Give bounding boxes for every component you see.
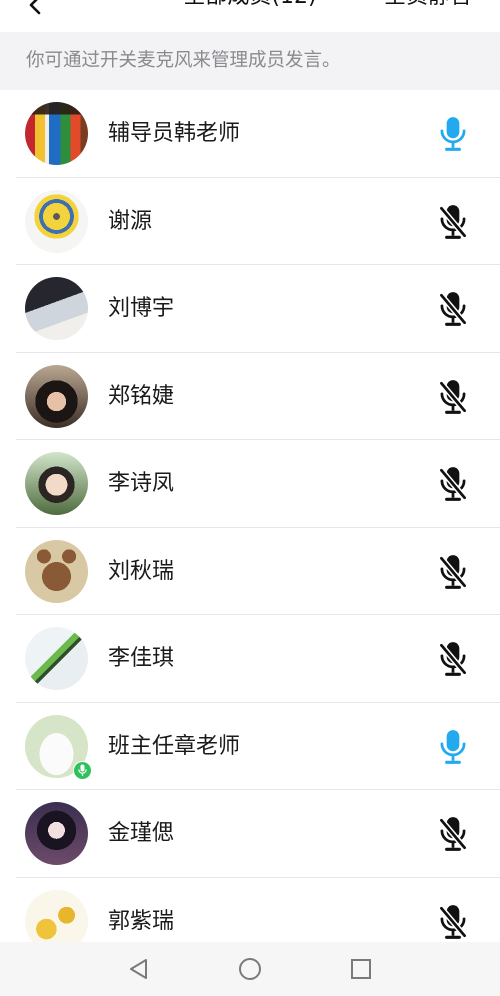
mic-off-icon [438,204,468,239]
mute-all-button[interactable]: 全员静音 [384,0,472,19]
avatar [25,102,88,166]
info-banner-text: 你可通过开关麦克风来管理成员发言。 [26,50,341,71]
mic-off-icon [438,642,468,676]
mic-toggle-button[interactable] [436,728,470,766]
mic-off-icon [438,379,468,414]
avatar [25,539,88,603]
mic-on-icon [440,117,466,151]
member-management-screen: 全部成员(12) 全员静音 你可通过开关麦克风来管理成员发言。 辅导员韩老师谢源… [0,0,500,996]
mic-off-icon [438,292,468,326]
member-name: 谢源 [108,208,153,234]
mic-small-icon [78,764,87,776]
member-name: 李佳琪 [108,646,175,671]
member-name: 刘秋瑞 [108,558,175,584]
member-row[interactable]: 班主任章老师 [0,703,500,791]
member-list: 辅导员韩老师 谢源 刘博宇 郑铭婕 李诗凤 刘秋瑞 李佳琪 班主任章老师 金瑾偲 郭紫瑞 [0,90,500,965]
member-row[interactable]: 金瑾偲 [0,790,500,878]
member-name: 金瑾偲 [108,821,175,846]
member-row[interactable]: 李诗凤 [0,440,500,528]
square-recents-icon [351,959,371,979]
mic-off-icon [438,904,468,939]
nav-home-button[interactable] [238,957,262,981]
mic-toggle-button[interactable] [436,903,470,941]
avatar [25,277,88,341]
mic-off-icon [438,467,468,501]
info-banner: 你可通过开关麦克风来管理成员发言。 [0,32,500,90]
mic-toggle-button[interactable] [436,290,470,328]
member-name: 辅导员韩老师 [108,121,241,146]
mic-off-icon [438,817,468,851]
mic-off-icon [438,554,468,589]
member-row[interactable]: 郑铭婕 [0,353,500,441]
speaking-badge [73,760,92,780]
member-row[interactable]: 刘秋瑞 [0,528,500,616]
nav-back-button[interactable] [127,957,151,981]
system-nav-bar [0,942,500,996]
member-row[interactable]: 谢源 [0,178,500,266]
mic-toggle-button[interactable] [436,553,470,591]
mic-toggle-button[interactable] [436,640,470,678]
top-bar: 全部成员(12) 全员静音 [0,0,500,19]
member-row[interactable]: 李佳琪 [0,615,500,703]
circle-home-icon [239,958,261,980]
avatar [25,802,88,866]
mic-toggle-button[interactable] [436,378,470,416]
member-row[interactable]: 辅导员韩老师 [0,90,500,178]
member-name: 李诗凤 [108,471,175,496]
mic-toggle-button[interactable] [436,203,470,241]
mic-toggle-button[interactable] [436,815,470,853]
member-name: 郑铭婕 [108,383,175,409]
avatar [25,452,88,516]
avatar [25,364,88,428]
member-row[interactable]: 刘博宇 [0,265,500,353]
mic-toggle-button[interactable] [436,115,470,153]
avatar [25,627,88,691]
member-name: 班主任章老师 [108,733,241,759]
triangle-back-icon [130,959,147,979]
avatar [25,189,88,253]
mic-toggle-button[interactable] [436,465,470,503]
nav-recents-button[interactable] [349,957,373,981]
mic-on-icon [440,729,466,764]
member-name: 刘博宇 [108,296,175,321]
